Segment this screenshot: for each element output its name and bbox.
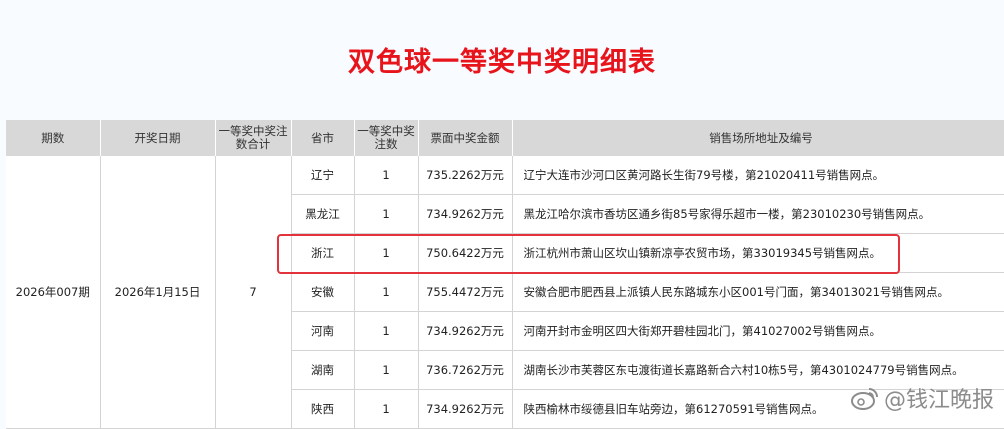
- watermark-text: @钱江晚报: [883, 388, 994, 413]
- row-address: 河南开封市金明区四大街郑开碧桂园北门，第41027002号销售网点。: [512, 311, 1004, 351]
- table-row: 2026年007期 2026年1月15日 7 辽宁 1 735.2262万元 辽…: [6, 156, 1004, 429]
- draw-total: 7: [215, 156, 292, 429]
- header-date: 开奖日期: [100, 120, 216, 156]
- row-province: 安徽: [291, 272, 355, 312]
- page-title: 双色球一等奖中奖明细表: [348, 47, 656, 78]
- row-count: 1: [354, 272, 419, 312]
- row-province: 陕西: [291, 389, 355, 429]
- row-amount: 750.6422万元: [418, 233, 513, 273]
- header-total: 一等奖中奖注数合计: [215, 120, 292, 156]
- header-count: 一等奖中奖注数: [354, 120, 419, 156]
- row-count: 1: [354, 350, 419, 390]
- row-count: 1: [354, 233, 419, 273]
- row-address: 辽宁大连市沙河口区黄河路长生街79号楼，第21020411号销售网点。: [512, 156, 1004, 195]
- row-address: 安徽合肥市肥西县上派镇人民东路城东小区001号门面，第34013021号销售网点…: [512, 272, 1004, 312]
- row-province: 浙江: [291, 233, 355, 273]
- row-count: 1: [354, 311, 419, 351]
- header-address: 销售场所地址及编号: [512, 120, 1004, 156]
- header-amount: 票面中奖金额: [418, 120, 513, 156]
- header-period: 期数: [6, 120, 101, 156]
- row-amount: 734.9262万元: [418, 389, 513, 429]
- row-address: 浙江杭州市萧山区坎山镇新凉亭农贸市场，第33019345号销售网点。: [512, 233, 1004, 273]
- weibo-icon: [850, 388, 878, 410]
- row-amount: 734.9262万元: [418, 194, 513, 234]
- row-amount: 734.9262万元: [418, 311, 513, 351]
- row-province: 黑龙江: [291, 194, 355, 234]
- draw-period: 2026年007期: [6, 156, 101, 429]
- row-count: 1: [354, 389, 419, 429]
- row-address: 黑龙江哈尔滨市香坊区通乡街85号家得乐超市一楼，第23010230号销售网点。: [512, 194, 1004, 234]
- row-amount: 736.7262万元: [418, 350, 513, 390]
- row-amount: 755.4472万元: [418, 272, 513, 312]
- table-header-row: 期数 开奖日期 一等奖中奖注数合计 省市 一等奖中奖注数 票面中奖金额 销售场所…: [6, 120, 1004, 156]
- header-province: 省市: [291, 120, 355, 156]
- row-province: 湖南: [291, 350, 355, 390]
- watermark: @钱江晚报: [850, 382, 994, 414]
- row-amount: 735.2262万元: [418, 156, 513, 195]
- draw-date: 2026年1月15日: [100, 156, 216, 429]
- row-count: 1: [354, 194, 419, 234]
- row-province: 河南: [291, 311, 355, 351]
- row-province: 辽宁: [291, 156, 355, 195]
- row-count: 1: [354, 156, 419, 195]
